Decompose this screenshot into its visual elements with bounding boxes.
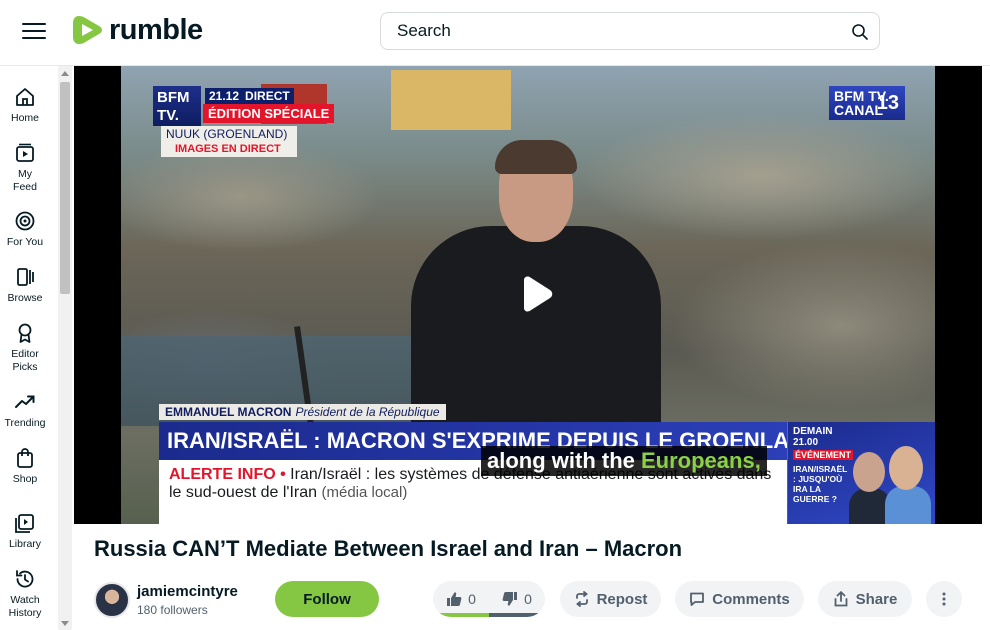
sidebar-item-editor-picks[interactable]: Editor Picks <box>0 322 50 374</box>
feed-icon <box>16 143 34 162</box>
comment-icon <box>690 592 705 606</box>
sidebar-item-label: Editor Picks <box>11 348 39 373</box>
repost-label: Repost <box>596 590 648 608</box>
dislike-button[interactable]: 0 <box>489 581 545 617</box>
sidebar-item-label: Shop <box>12 473 38 485</box>
dislike-count: 0 <box>524 591 532 607</box>
rumble-logo[interactable]: rumble <box>73 14 203 46</box>
follow-button[interactable]: Follow <box>275 581 379 617</box>
rumble-logo-icon <box>73 16 102 44</box>
sidebar-item-label: Trending <box>4 417 46 429</box>
sidebar-item-browse[interactable]: Browse <box>0 266 50 305</box>
history-icon <box>16 570 34 588</box>
channel-name[interactable]: jamiemcintyre <box>137 583 238 600</box>
sidebar-item-my-feed[interactable]: My Feed <box>0 142 50 194</box>
sidebar-item-label: Watch History <box>8 594 42 619</box>
search-box <box>380 12 880 50</box>
sidebar-item-trending[interactable]: Trending <box>0 391 50 430</box>
scroll-down-arrow-icon[interactable] <box>61 621 69 626</box>
overlay-time: 21.12 DIRECT <box>205 88 294 104</box>
scrollbar-thumb[interactable] <box>60 82 70 294</box>
target-icon <box>15 211 35 231</box>
sidebar-item-shop[interactable]: Shop <box>0 447 50 486</box>
scroll-up-arrow-icon[interactable] <box>61 71 69 76</box>
channel-avatar[interactable] <box>94 582 130 618</box>
bag-icon <box>17 448 33 468</box>
trending-icon <box>15 395 35 408</box>
overlay-location: NUUK (GROENLAND) <box>161 126 297 142</box>
thumbs-down-icon <box>502 592 518 606</box>
search-input[interactable] <box>397 21 837 41</box>
sidebar-item-label: Browse <box>7 292 43 304</box>
library-icon <box>15 514 34 533</box>
more-vertical-icon <box>942 592 946 606</box>
vote-widget: 0 0 <box>433 581 545 617</box>
dislike-ratio-bar <box>489 613 545 617</box>
award-icon <box>18 323 32 343</box>
sidebar-item-label: Home <box>10 112 39 124</box>
share-button[interactable]: Share <box>818 581 912 617</box>
overlay-images-live: IMAGES EN DIRECT <box>161 142 297 157</box>
channel-followers: 180 followers <box>137 603 208 617</box>
home-icon <box>16 88 34 106</box>
channel-logo-left: BFM TV. <box>153 86 201 126</box>
like-button[interactable]: 0 <box>433 581 489 617</box>
overlay-promo: DEMAIN 21.00 ÉVÉNEMENT IRAN/ISRAËL : JUS… <box>788 422 935 524</box>
logo-text: rumble <box>109 13 203 46</box>
sidebar-nav: Home My Feed For You Browse Editor Picks… <box>0 66 58 630</box>
sidebar-item-label: My Feed <box>13 168 37 193</box>
share-label: Share <box>855 590 898 608</box>
sidebar-scrollbar[interactable] <box>58 66 72 630</box>
play-icon[interactable] <box>512 274 556 318</box>
sidebar-item-label: For You <box>6 236 44 248</box>
sidebar-item-watch-history[interactable]: Watch History <box>0 568 50 620</box>
comments-label: Comments <box>712 590 790 608</box>
video-player[interactable]: BFM TV. 21.12 DIRECT ÉDITION SPÉCIALE NUU… <box>74 66 982 524</box>
sidebar-item-home[interactable]: Home <box>0 86 50 125</box>
overlay-speaker-name: EMMANUEL MACRON Président de la Républiqu… <box>159 404 446 420</box>
video-subtitle: along with the Europeans, <box>481 446 767 476</box>
search-icon[interactable] <box>851 23 869 41</box>
sidebar-item-label: Library <box>8 538 42 550</box>
overlay-edition: ÉDITION SPÉCIALE <box>203 104 335 123</box>
like-ratio-bar <box>433 613 489 617</box>
sidebar-item-for-you[interactable]: For You <box>0 210 50 249</box>
share-icon <box>834 591 848 607</box>
channel-logo-right: BFM TV. CANAL 13 <box>829 86 905 120</box>
menu-icon[interactable] <box>22 21 46 41</box>
more-options-button[interactable] <box>926 581 962 617</box>
comments-button[interactable]: Comments <box>675 581 804 617</box>
thumbs-up-icon <box>447 592 462 606</box>
top-header: rumble <box>0 0 990 66</box>
repost-icon <box>575 591 588 607</box>
browse-icon <box>17 268 34 286</box>
repost-button[interactable]: Repost <box>560 581 661 617</box>
sidebar-item-library[interactable]: Library <box>0 512 50 551</box>
video-title: Russia CAN’T Mediate Between Israel and … <box>94 536 683 561</box>
like-count: 0 <box>468 591 476 607</box>
